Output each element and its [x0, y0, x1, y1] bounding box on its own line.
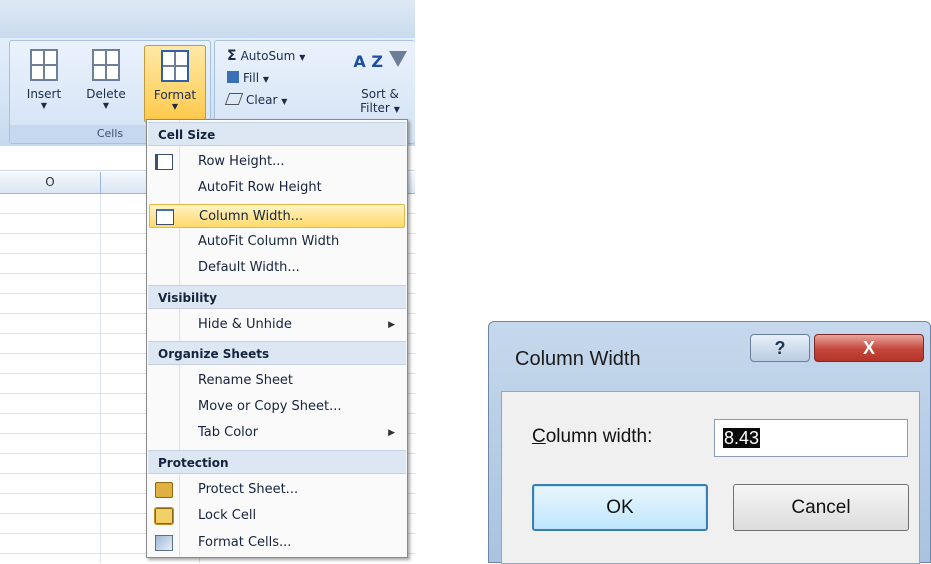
chevron-down-icon: ▼	[393, 105, 400, 114]
fill-button[interactable]: Fill ▼	[227, 67, 305, 89]
help-icon: ?	[774, 338, 786, 358]
submenu-arrow-icon: ▶	[388, 320, 395, 330]
clear-label: Clear	[246, 93, 278, 107]
close-button[interactable]: X	[814, 334, 924, 362]
menu-item-rename-sheet[interactable]: Rename Sheet	[149, 369, 405, 393]
section-protection: Protection	[148, 450, 406, 474]
hide-unhide-label: Hide & Unhide	[198, 317, 292, 332]
insert-cells-icon	[30, 49, 58, 81]
format-cells-icon	[161, 50, 189, 82]
funnel-icon	[388, 51, 407, 67]
section-organize-sheets: Organize Sheets	[148, 341, 406, 365]
lock-cell-label: Lock Cell	[198, 508, 257, 523]
menu-item-column-width[interactable]: Column Width...	[149, 204, 405, 228]
format-button[interactable]: Format ▼	[144, 45, 206, 123]
section-visibility: Visibility	[148, 285, 406, 309]
move-copy-sheet-label: Move or Copy Sheet...	[198, 399, 342, 414]
cancel-button[interactable]: Cancel	[733, 484, 909, 531]
fill-label: Fill	[243, 71, 260, 85]
format-cells-icon	[155, 535, 173, 551]
protect-sheet-label: Protect Sheet...	[198, 482, 299, 497]
column-width-label-hotkey: C	[532, 426, 546, 447]
lock-icon	[154, 507, 174, 525]
sort-label: Sort &	[361, 87, 399, 101]
menu-item-move-copy-sheet[interactable]: Move or Copy Sheet...	[149, 395, 405, 419]
autofit-row-height-label: AutoFit Row Height	[198, 180, 322, 195]
close-icon: X	[862, 338, 875, 358]
row-height-label: Row Height...	[198, 154, 285, 169]
column-width-label: Column width:	[532, 426, 652, 448]
chevron-down-icon: ▼	[299, 53, 306, 62]
autosum-button[interactable]: Σ AutoSum ▼	[227, 45, 305, 67]
column-width-dialog: Column Width ? X Column width: 8.43 OK C…	[488, 321, 931, 564]
menu-item-lock-cell[interactable]: Lock Cell	[149, 504, 405, 528]
az-glyph: A Z	[353, 52, 383, 71]
menu-item-row-height[interactable]: Row Height...	[149, 150, 405, 174]
section-cell-size: Cell Size	[148, 122, 406, 146]
format-dropdown-menu: Cell Size Row Height... AutoFit Row Heig…	[146, 119, 408, 558]
submenu-arrow-icon: ▶	[388, 428, 395, 438]
editing-small-buttons: Σ AutoSum ▼ Fill ▼ Clear ▼	[224, 45, 305, 111]
delete-button[interactable]: Delete ▼	[80, 45, 132, 123]
ok-button[interactable]: OK	[532, 484, 708, 531]
insert-label: Insert	[26, 87, 62, 101]
column-width-value: 8.43	[723, 428, 761, 448]
insert-button[interactable]: Insert ▼	[18, 45, 70, 123]
column-header-o[interactable]: O	[0, 172, 101, 193]
column-width-icon	[156, 209, 174, 225]
default-width-label: Default Width...	[198, 260, 300, 275]
dialog-title: Column Width	[515, 348, 641, 370]
row-height-icon	[155, 154, 173, 170]
menu-item-autofit-column-width[interactable]: AutoFit Column Width	[149, 230, 405, 254]
delete-cells-icon	[92, 49, 120, 81]
format-cells-label: Format Cells...	[198, 535, 292, 550]
menu-item-format-cells[interactable]: Format Cells...	[149, 531, 405, 555]
clear-button[interactable]: Clear ▼	[224, 89, 305, 111]
menu-item-protect-sheet[interactable]: Protect Sheet...	[149, 478, 405, 502]
eraser-icon	[224, 93, 244, 105]
chevron-down-icon: ▼	[262, 75, 270, 84]
rename-sheet-label: Rename Sheet	[198, 373, 294, 388]
delete-label: Delete	[86, 87, 126, 101]
filter-label: Filter	[360, 101, 390, 115]
fill-icon	[227, 71, 239, 83]
menu-item-default-width[interactable]: Default Width...	[149, 256, 405, 280]
column-width-input[interactable]: 8.43	[714, 419, 908, 457]
autosum-label: AutoSum	[240, 49, 296, 63]
column-width-label-text: olumn width:	[545, 426, 653, 447]
chevron-down-icon: ▼	[281, 97, 288, 106]
ribbon-tab-strip	[0, 0, 415, 39]
autofit-column-width-label: AutoFit Column Width	[198, 234, 340, 249]
sigma-icon: Σ	[227, 48, 237, 64]
format-label: Format	[153, 88, 197, 102]
help-button[interactable]: ?	[750, 334, 810, 362]
sort-filter-button[interactable]: A Z Sort & Filter ▼	[351, 45, 409, 115]
tab-color-label: Tab Color	[198, 425, 259, 440]
chevron-down-icon: ▼	[171, 102, 179, 111]
chevron-down-icon: ▼	[102, 101, 110, 110]
dialog-body: Column width: 8.43 OK Cancel	[501, 391, 920, 564]
menu-item-tab-color[interactable]: Tab Color ▶	[149, 421, 405, 445]
chevron-down-icon: ▼	[40, 101, 48, 110]
column-width-label: Column Width...	[199, 209, 304, 224]
protect-sheet-icon	[155, 482, 173, 498]
menu-item-autofit-row-height[interactable]: AutoFit Row Height	[149, 176, 405, 200]
menu-item-hide-unhide[interactable]: Hide & Unhide ▶	[149, 313, 405, 337]
sort-az-icon: A Z	[351, 51, 409, 87]
